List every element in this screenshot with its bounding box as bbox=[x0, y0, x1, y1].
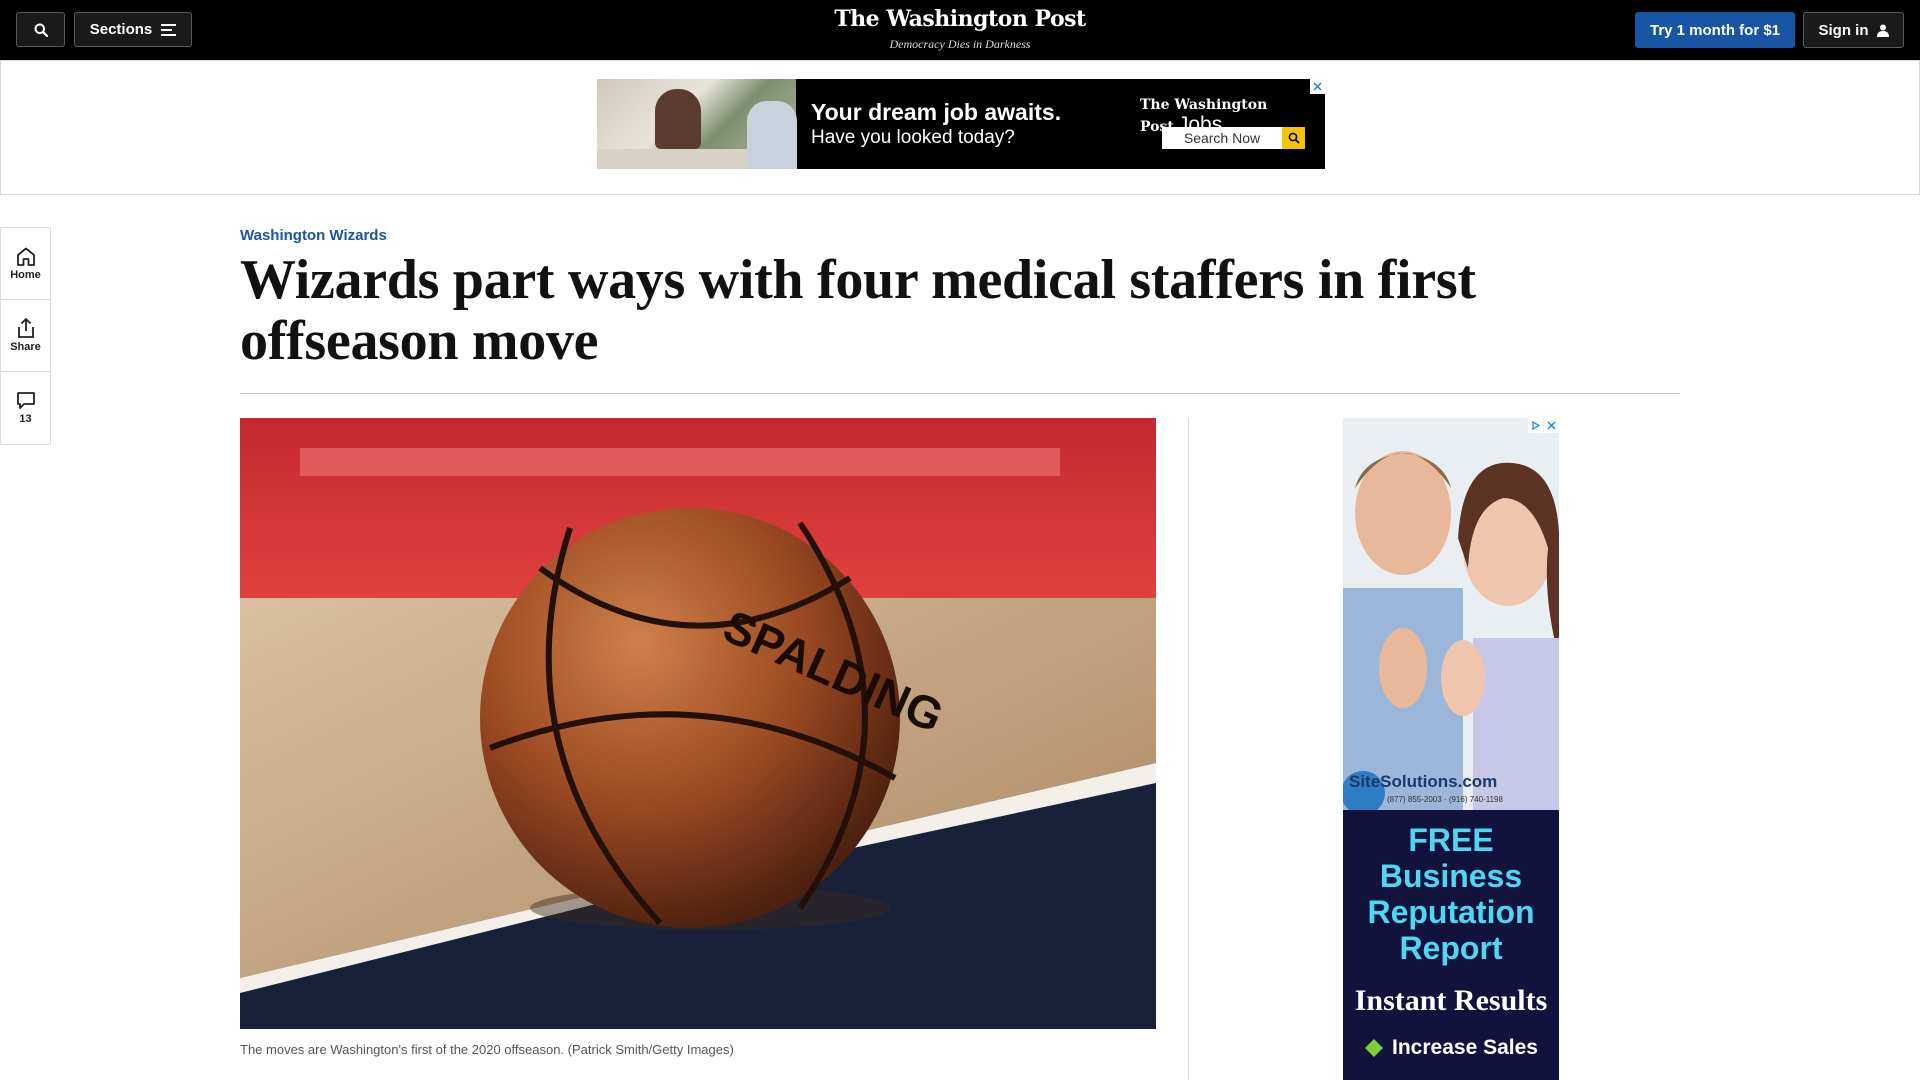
left-action-rail: Home Share 13 bbox=[0, 227, 51, 445]
comment-count: 13 bbox=[19, 413, 32, 425]
comment-icon bbox=[16, 392, 35, 409]
site-logo[interactable]: The Washington Post bbox=[760, 6, 1160, 32]
ad-photo bbox=[597, 79, 797, 169]
ad-offer-line: Business bbox=[1379, 858, 1523, 894]
ad-offer-line: Report bbox=[1399, 930, 1503, 966]
column-divider bbox=[1188, 418, 1189, 1080]
menu-icon bbox=[161, 23, 177, 36]
share-rail-label: Share bbox=[10, 341, 41, 353]
site-tagline: Democracy Dies in Darkness bbox=[889, 37, 1031, 51]
subscribe-button[interactable]: Try 1 month for $1 bbox=[1635, 12, 1795, 48]
sections-button[interactable]: Sections bbox=[74, 12, 192, 47]
reputation-side-ad[interactable]: SiteSolutions.com (877) 855-2003 · (916)… bbox=[1343, 418, 1559, 1080]
home-rail-label: Home bbox=[10, 268, 41, 281]
user-icon bbox=[1876, 24, 1889, 37]
comments-rail-button[interactable]: 13 bbox=[1, 372, 50, 444]
ad-photo-people bbox=[1343, 418, 1559, 815]
masthead[interactable]: The Washington Post Democracy Dies in Da… bbox=[760, 6, 1160, 52]
diamond-icon bbox=[1365, 1039, 1384, 1057]
photo-caption: The moves are Washington's first of the … bbox=[240, 1042, 734, 1057]
section-kicker-link[interactable]: Washington Wizards bbox=[240, 227, 387, 244]
home-icon bbox=[16, 247, 35, 266]
ad-close-icon[interactable] bbox=[1310, 79, 1325, 94]
ad-offer-panel: FREE Business Reputation Report Instant … bbox=[1343, 810, 1559, 1080]
search-icon bbox=[1288, 132, 1300, 144]
ad-offer-line: FREE bbox=[1408, 822, 1494, 858]
search-icon bbox=[34, 23, 48, 37]
article-headline: Wizards part ways with four medical staf… bbox=[240, 249, 1476, 372]
share-rail-button[interactable]: Share bbox=[1, 300, 50, 372]
ad-increase-sales: Increase Sales bbox=[1343, 1036, 1559, 1060]
share-icon bbox=[17, 318, 34, 338]
ad-headline: Your dream job awaits. bbox=[811, 99, 1062, 125]
ad-instant-results: Instant Results bbox=[1354, 984, 1548, 1017]
sign-in-button[interactable]: Sign in bbox=[1803, 12, 1904, 48]
ad-subline: Have you looked today? bbox=[811, 127, 1015, 148]
adchoices-icon[interactable] bbox=[1528, 418, 1543, 433]
ad-offer-text: FREE Business Reputation Report bbox=[1343, 822, 1559, 966]
sign-in-label: Sign in bbox=[1818, 21, 1869, 39]
ad-company-logo: SiteSolutions.com bbox=[1349, 772, 1498, 791]
jobs-banner-ad[interactable]: Your dream job awaits. Have you looked t… bbox=[597, 79, 1325, 169]
home-rail-button[interactable]: Home bbox=[1, 228, 50, 300]
ad-choices[interactable] bbox=[1528, 418, 1559, 433]
ad-search-box[interactable]: Search Now bbox=[1162, 127, 1282, 149]
sections-label: Sections bbox=[89, 21, 153, 38]
top-ad-container: Your dream job awaits. Have you looked t… bbox=[0, 60, 1920, 195]
basketball-photo: SPALDING bbox=[240, 418, 1156, 1029]
ad-offer-line: Reputation bbox=[1367, 894, 1535, 930]
ad-close-icon[interactable] bbox=[1544, 418, 1559, 433]
search-button[interactable] bbox=[16, 12, 65, 47]
headline-divider bbox=[240, 393, 1680, 394]
ad-increase-label: Increase Sales bbox=[1392, 1036, 1538, 1059]
ad-search-button[interactable] bbox=[1282, 127, 1305, 149]
site-header: Sections The Washington Post Democracy D… bbox=[0, 0, 1920, 60]
lead-photo[interactable]: SPALDING bbox=[240, 418, 1156, 1029]
ad-phone-numbers: (877) 855-2003 · (916) 740-1198 bbox=[1387, 795, 1503, 804]
